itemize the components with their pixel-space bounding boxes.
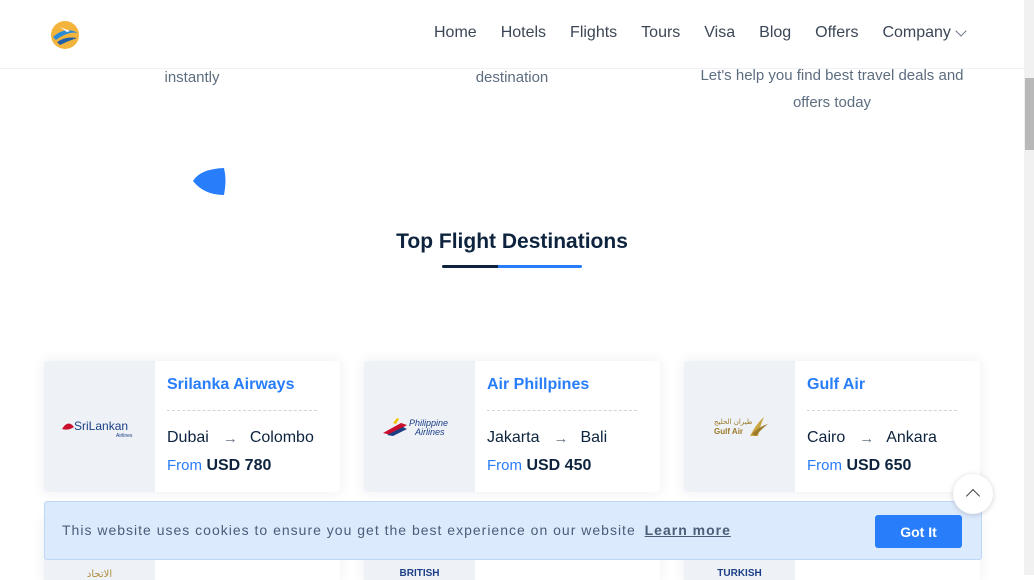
nav-tours[interactable]: Tours [641,24,680,42]
price: From USD 780 [167,457,271,475]
back-to-top-button[interactable] [953,474,993,514]
cookie-banner: This website uses cookies to ensure you … [44,501,982,560]
cookie-text: This website uses cookies to ensure you … [62,522,636,538]
nav-visa[interactable]: Visa [704,24,735,42]
site-logo[interactable] [48,18,82,52]
learn-more-link[interactable]: Learn more [645,522,731,538]
price-amount: USD 650 [846,457,912,474]
feature-instant-text: instantly [164,69,220,86]
flight-card-philippine[interactable]: Philippine Airlines Air Phillpines Jakar… [364,361,660,492]
cookie-message: This website uses cookies to ensure you … [62,522,731,538]
decorative-shape [190,166,228,201]
price-from-label: From [487,457,522,474]
arrow-right-icon: → [222,429,238,447]
page-scrollbar[interactable] [1024,0,1034,575]
site-header: Home Hotels Flights Tours Visa Blog Offe… [0,0,1024,69]
chevron-down-icon [955,25,967,37]
destination-city: Colombo [249,429,314,446]
airline-name[interactable]: Srilanka Airways [167,376,294,394]
feature-deals: Let's help you find best travel deals an… [692,62,972,116]
nav-offers[interactable]: Offers [815,24,858,42]
nav-blog[interactable]: Blog [759,24,791,42]
airline-name[interactable]: Air Phillpines [487,376,589,394]
destination-city: Bali [580,429,608,446]
main-nav: Home Hotels Flights Tours Visa Blog Offe… [434,24,967,42]
got-it-button[interactable]: Got It [875,515,962,548]
origin-city: Dubai [167,429,209,446]
price: From USD 450 [487,457,591,475]
title-underline [442,265,582,268]
scrollbar-thumb[interactable] [1025,78,1034,150]
destination-city: Ankara [886,429,937,446]
price-amount: USD 450 [526,457,592,474]
nav-hotels[interactable]: Hotels [501,24,546,42]
feature-deals-text: Let's help you find best travel deals an… [700,67,964,111]
price-amount: USD 780 [206,457,272,474]
route: Cairo → Ankara [807,429,937,447]
divider [167,410,317,411]
divider [487,410,637,411]
logo-text: Gulf Air [714,427,743,436]
nav-home[interactable]: Home [434,24,477,42]
flight-card-srilanka[interactable]: SriLankan Airlines Srilanka Airways Duba… [44,361,340,492]
nav-company-label: Company [882,24,951,41]
nav-flights[interactable]: Flights [570,24,617,42]
nav-company[interactable]: Company [882,24,967,42]
section-title: Top Flight Destinations [396,230,628,253]
logo-text: BRITISH [399,567,440,579]
price-from-label: From [807,457,842,474]
logo-text: TURKISH [717,567,762,579]
flight-card-gulfair[interactable]: طيران الخليج Gulf Air Gulf Air Cairo → A… [684,361,980,492]
origin-city: Jakarta [487,429,540,446]
route: Jakarta → Bali [487,429,607,447]
logo-text: SriLankan [74,419,128,433]
arrow-right-icon: → [859,429,875,447]
price: From USD 650 [807,457,911,475]
route: Dubai → Colombo [167,429,314,447]
feature-destination-text: destination [475,69,549,86]
divider [807,410,957,411]
airline-name[interactable]: Gulf Air [807,376,865,394]
arrow-right-icon: → [553,429,569,447]
airline-logo: SriLankan Airlines [44,361,155,492]
price-from-label: From [167,457,202,474]
logo-subtext: Airlines [116,433,133,439]
origin-city: Cairo [807,429,846,446]
logo-subtext: طيران الخليج [714,418,753,426]
logo-subtext: Airlines [414,427,445,437]
airline-logo: طيران الخليج Gulf Air [684,361,795,492]
airline-logo: Philippine Airlines [364,361,475,492]
